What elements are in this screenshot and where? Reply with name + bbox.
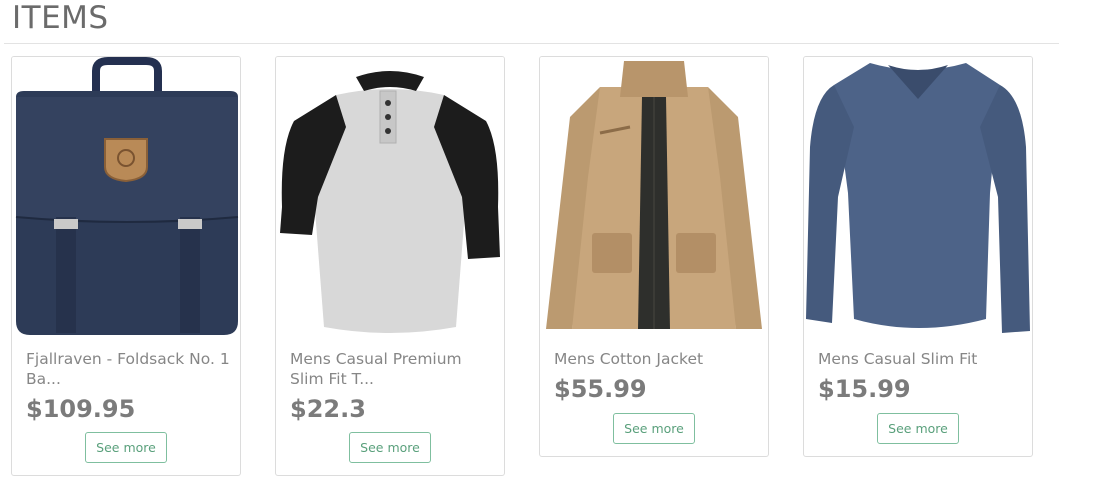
product-price: $109.95: [26, 395, 136, 423]
jacket-image[interactable]: [540, 57, 768, 339]
product-name: Mens Casual Slim Fit: [818, 350, 978, 368]
see-more-button[interactable]: See more: [877, 413, 959, 444]
product-card: Mens Casual Premium Slim Fit T... $22.3 …: [275, 56, 505, 476]
product-price: $22.3: [290, 395, 366, 423]
tshirt-image[interactable]: [804, 57, 1032, 339]
section-title: ITEMS: [12, 0, 109, 36]
product-price: $55.99: [554, 375, 647, 403]
see-more-button[interactable]: See more: [613, 413, 695, 444]
product-price: $15.99: [818, 375, 911, 403]
product-name: Mens Cotton Jacket: [554, 350, 704, 368]
divider: [4, 43, 1059, 44]
backpack-image[interactable]: [12, 57, 240, 339]
raglan-shirt-image[interactable]: [276, 57, 504, 339]
product-card: Fjallraven - Foldsack No. 1 Ba... $109.9…: [11, 56, 241, 476]
product-name: Fjallraven - Foldsack No. 1 Ba...: [26, 350, 230, 388]
product-card: Mens Cotton Jacket $55.99 See more: [539, 56, 769, 457]
product-name: Mens Casual Premium Slim Fit T...: [290, 350, 462, 388]
see-more-button[interactable]: See more: [85, 432, 167, 463]
product-card: Mens Casual Slim Fit $15.99 See more: [803, 56, 1033, 457]
see-more-button[interactable]: See more: [349, 432, 431, 463]
